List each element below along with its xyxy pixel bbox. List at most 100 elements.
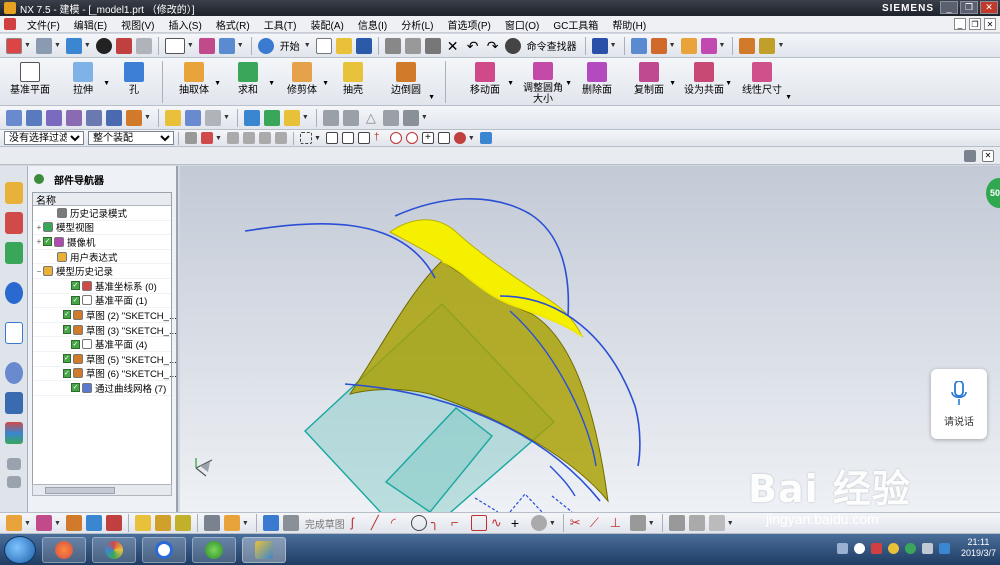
menu-gc-toolkit[interactable]: GC工具箱 xyxy=(546,17,605,32)
start-menu-button[interactable]: 开始 xyxy=(280,38,300,53)
visibility-checkbox[interactable]: ✓ xyxy=(63,325,71,335)
expand-toggle[interactable]: + xyxy=(35,223,43,232)
info-icon[interactable] xyxy=(591,37,608,54)
quick-trim-icon[interactable]: ✂ xyxy=(570,515,586,531)
background-icon[interactable] xyxy=(135,37,152,54)
offset-curve-icon[interactable] xyxy=(530,515,547,531)
grey-tool-3-icon[interactable] xyxy=(382,109,399,126)
web-browser-tab-icon[interactable] xyxy=(5,322,23,344)
close-button[interactable]: ✕ xyxy=(980,1,998,14)
new-file-icon[interactable] xyxy=(315,37,332,54)
tree-row[interactable]: + ✓ 摄像机 xyxy=(33,235,171,250)
menu-window[interactable]: 窗口(O) xyxy=(498,17,546,32)
snap-view-icon[interactable] xyxy=(218,37,235,54)
reuse-library-tab-icon[interactable] xyxy=(5,282,23,304)
arc-icon[interactable]: ◜ xyxy=(391,515,407,531)
sew-icon[interactable] xyxy=(243,109,260,126)
orient-view-icon[interactable] xyxy=(198,37,215,54)
start-icon[interactable] xyxy=(257,37,274,54)
finish-sketch-button[interactable]: 完成草图 xyxy=(305,516,345,531)
selection-tool-3-icon[interactable] xyxy=(226,132,239,144)
shaded-view-icon[interactable] xyxy=(65,37,82,54)
selection-tool-6-icon[interactable] xyxy=(274,132,287,144)
tree-row[interactable]: ✓ 基准平面 (1) xyxy=(33,294,171,309)
auto-constrain-icon[interactable] xyxy=(688,515,705,531)
delete-icon[interactable]: ✕ xyxy=(445,38,461,54)
sketch-tool-1-icon[interactable] xyxy=(6,515,22,531)
open-folder-icon[interactable] xyxy=(335,37,352,54)
box-select-icon[interactable] xyxy=(299,132,312,144)
history-tab-icon[interactable] xyxy=(5,362,23,384)
chamfer-icon[interactable]: ⌐ xyxy=(451,515,467,531)
sketch-tool-3-icon[interactable] xyxy=(65,515,82,531)
resize-blend-button[interactable]: 调整圆角大小 ▼ xyxy=(514,58,572,105)
shell-button[interactable]: 抽壳 xyxy=(329,58,377,105)
tree-row[interactable]: 历史记录模式 xyxy=(33,206,171,221)
section-view-icon[interactable] xyxy=(115,37,132,54)
visibility-checkbox[interactable]: ✓ xyxy=(71,383,80,393)
rectangle-icon[interactable] xyxy=(470,515,487,531)
delete-face-button[interactable]: 删除面 xyxy=(572,58,622,105)
fillet-icon[interactable]: ╮ xyxy=(431,515,447,531)
bridge-icon[interactable] xyxy=(164,109,181,126)
menu-insert[interactable]: 插入(S) xyxy=(161,17,208,32)
sketch-icon[interactable] xyxy=(262,515,279,531)
task-360-browser[interactable] xyxy=(192,536,236,563)
type-filter-select[interactable]: 没有选择过滤器 xyxy=(4,131,84,145)
hole-button[interactable]: 孔 xyxy=(110,58,158,105)
datum-tool-icon[interactable] xyxy=(203,515,220,531)
menu-view[interactable]: 视图(V) xyxy=(114,17,161,32)
scope-select[interactable]: 整个装配 xyxy=(88,131,174,145)
paste-icon[interactable] xyxy=(424,37,441,54)
visibility-checkbox[interactable]: ✓ xyxy=(71,281,80,291)
resource-scroll-icon[interactable] xyxy=(7,458,21,470)
scroll-thumb[interactable] xyxy=(45,487,115,494)
menu-preferences[interactable]: 首选项(P) xyxy=(441,17,498,32)
resource-scroll-down-icon[interactable] xyxy=(7,476,21,488)
selection-tool-1-icon[interactable] xyxy=(185,132,197,144)
tree-row[interactable]: ✓ 草图 (3) "SKETCH_... xyxy=(33,323,177,338)
network-icon[interactable] xyxy=(921,542,933,554)
triangle-icon[interactable]: △ xyxy=(363,110,379,126)
palette-tab-icon[interactable] xyxy=(5,422,23,444)
surface-tool-5-icon[interactable] xyxy=(86,109,102,126)
menu-file[interactable]: 文件(F) xyxy=(20,17,67,32)
finish-sketch-icon[interactable] xyxy=(282,515,299,531)
pin-icon[interactable] xyxy=(34,174,44,184)
snap-quadrant-icon[interactable] xyxy=(405,132,418,144)
visibility-checkbox[interactable]: ✓ xyxy=(71,295,80,305)
doc-restore-button[interactable]: ❐ xyxy=(969,18,981,30)
copy-face-button[interactable]: 复制面 ▼ xyxy=(622,58,676,105)
sketch-tool-5-icon[interactable] xyxy=(105,515,122,531)
edge-blend-button[interactable]: 边倒圆 ▼ xyxy=(377,58,435,105)
thicken-icon[interactable] xyxy=(204,109,221,126)
curve-tool-1-icon[interactable] xyxy=(134,515,151,531)
start-button[interactable] xyxy=(4,535,36,564)
navigator-hscroll[interactable] xyxy=(32,484,172,496)
make-coplanar-button[interactable]: 设为共面 ▼ xyxy=(676,58,732,105)
tree-row[interactable]: ✓ 基准平面 (4) xyxy=(33,337,171,352)
unite-button[interactable]: 求和 ▼ xyxy=(221,58,275,105)
expand-toggle[interactable]: − xyxy=(35,267,43,276)
linear-dimension-button[interactable]: 线性尺寸 ▼ xyxy=(732,58,792,105)
cut-icon[interactable] xyxy=(384,37,401,54)
angle-icon[interactable] xyxy=(759,37,776,54)
expand-toggle[interactable]: + xyxy=(35,237,43,246)
quick-extend-icon[interactable]: ⟋ xyxy=(590,515,606,531)
command-finder-icon[interactable] xyxy=(504,37,521,54)
volume-icon[interactable] xyxy=(870,542,882,554)
minimize-button[interactable]: _ xyxy=(940,1,958,14)
move-face-button[interactable]: 移动面 ▼ xyxy=(456,58,514,105)
point-icon[interactable]: + xyxy=(511,515,527,531)
task-nx[interactable] xyxy=(242,536,286,563)
surface-tool-3-icon[interactable] xyxy=(46,109,62,126)
visibility-checkbox[interactable]: ✓ xyxy=(63,310,71,320)
view-cube-icon[interactable] xyxy=(479,132,492,144)
dimension-tool-icon[interactable] xyxy=(668,515,685,531)
menu-assembly[interactable]: 装配(A) xyxy=(303,17,350,32)
surface-tool-7-icon[interactable] xyxy=(126,109,142,126)
curve-tool-3-icon[interactable] xyxy=(174,515,191,531)
assembly-navigator-tab-icon[interactable] xyxy=(5,182,23,204)
wcs-icon[interactable] xyxy=(630,37,647,54)
command-finder-button[interactable]: 命令查找器 xyxy=(527,38,577,53)
